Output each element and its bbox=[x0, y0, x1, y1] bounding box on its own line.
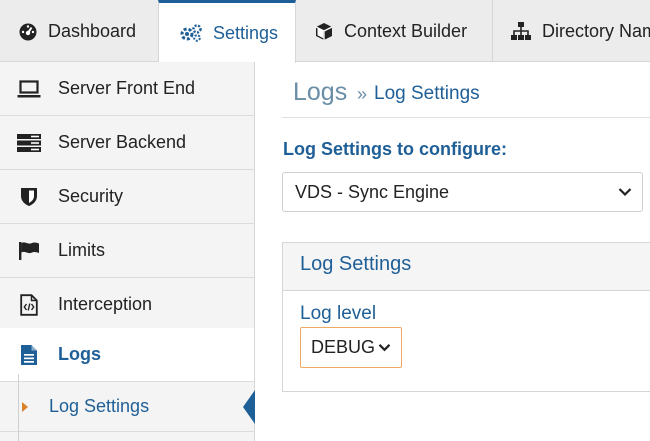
sidebar-item-label: Interception bbox=[58, 294, 153, 314]
sidebar-item-label: Server Front End bbox=[58, 78, 196, 98]
sidebar-item-label: Limits bbox=[58, 240, 106, 260]
log-level-label: Log level bbox=[300, 303, 377, 324]
tab-label: Directory Nam bbox=[542, 20, 650, 41]
chevron-down-icon bbox=[378, 343, 391, 352]
sidebar-item-security[interactable]: Security bbox=[0, 170, 254, 224]
tab-directory-namespace[interactable]: Directory Nam bbox=[493, 0, 650, 62]
panel-header: Log Settings bbox=[283, 243, 650, 291]
sidebar: Server Front End Server Backend Security… bbox=[0, 62, 255, 441]
sidebar-item-logs[interactable]: Logs bbox=[0, 328, 254, 382]
log-level-select[interactable]: DEBUG bbox=[300, 327, 402, 368]
sidebar-item-label: Logs bbox=[58, 344, 101, 364]
panel-title: Log Settings bbox=[300, 253, 412, 275]
tree-guide-line bbox=[18, 374, 19, 441]
sidebar-item-interception[interactable]: Interception bbox=[0, 278, 254, 332]
sidebar-item-label: Server Backend bbox=[58, 132, 187, 152]
sidebar-item-server-front-end[interactable]: Server Front End bbox=[0, 62, 254, 116]
code-file-icon bbox=[16, 293, 42, 316]
document-icon bbox=[16, 344, 42, 366]
caret-right-icon bbox=[21, 401, 29, 413]
tab-settings[interactable]: Settings bbox=[158, 0, 296, 63]
top-tab-bar: Dashboard Settings Context Builder Direc… bbox=[0, 0, 650, 63]
cube-icon bbox=[314, 21, 334, 41]
log-target-select[interactable]: VDS - Sync Engine bbox=[282, 172, 643, 212]
sidebar-subitem-log-settings[interactable]: Log Settings bbox=[0, 382, 254, 432]
sitemap-icon bbox=[510, 21, 532, 41]
tab-context-builder[interactable]: Context Builder bbox=[296, 0, 492, 62]
sidebar-item-server-backend[interactable]: Server Backend bbox=[0, 116, 254, 170]
dashboard-icon bbox=[18, 21, 38, 41]
active-pointer bbox=[243, 390, 255, 424]
sidebar-item-limits[interactable]: Limits bbox=[0, 224, 254, 278]
tab-label: Context Builder bbox=[344, 20, 468, 41]
sidebar-item-label: Security bbox=[58, 186, 124, 206]
server-icon bbox=[16, 133, 42, 152]
breadcrumb-separator: » bbox=[357, 84, 368, 104]
shield-icon bbox=[16, 187, 42, 207]
config-label: Log Settings to configure: bbox=[283, 139, 507, 159]
laptop-icon bbox=[16, 79, 42, 98]
tab-label: Settings bbox=[213, 22, 279, 43]
chevron-down-icon bbox=[618, 187, 632, 197]
select-value: VDS - Sync Engine bbox=[295, 181, 450, 202]
sidebar-subitem-label: Log Settings bbox=[49, 396, 150, 416]
flag-icon bbox=[16, 241, 42, 261]
breadcrumb-current: Log Settings bbox=[374, 83, 480, 104]
tab-dashboard[interactable]: Dashboard bbox=[0, 0, 158, 62]
breadcrumb-divider bbox=[282, 117, 650, 118]
breadcrumb-root[interactable]: Logs bbox=[293, 78, 347, 107]
gears-icon bbox=[179, 23, 203, 43]
tab-label: Dashboard bbox=[48, 20, 137, 41]
log-settings-panel: Log Settings Log level DEBUG bbox=[282, 242, 650, 392]
select-value: DEBUG bbox=[311, 337, 376, 357]
